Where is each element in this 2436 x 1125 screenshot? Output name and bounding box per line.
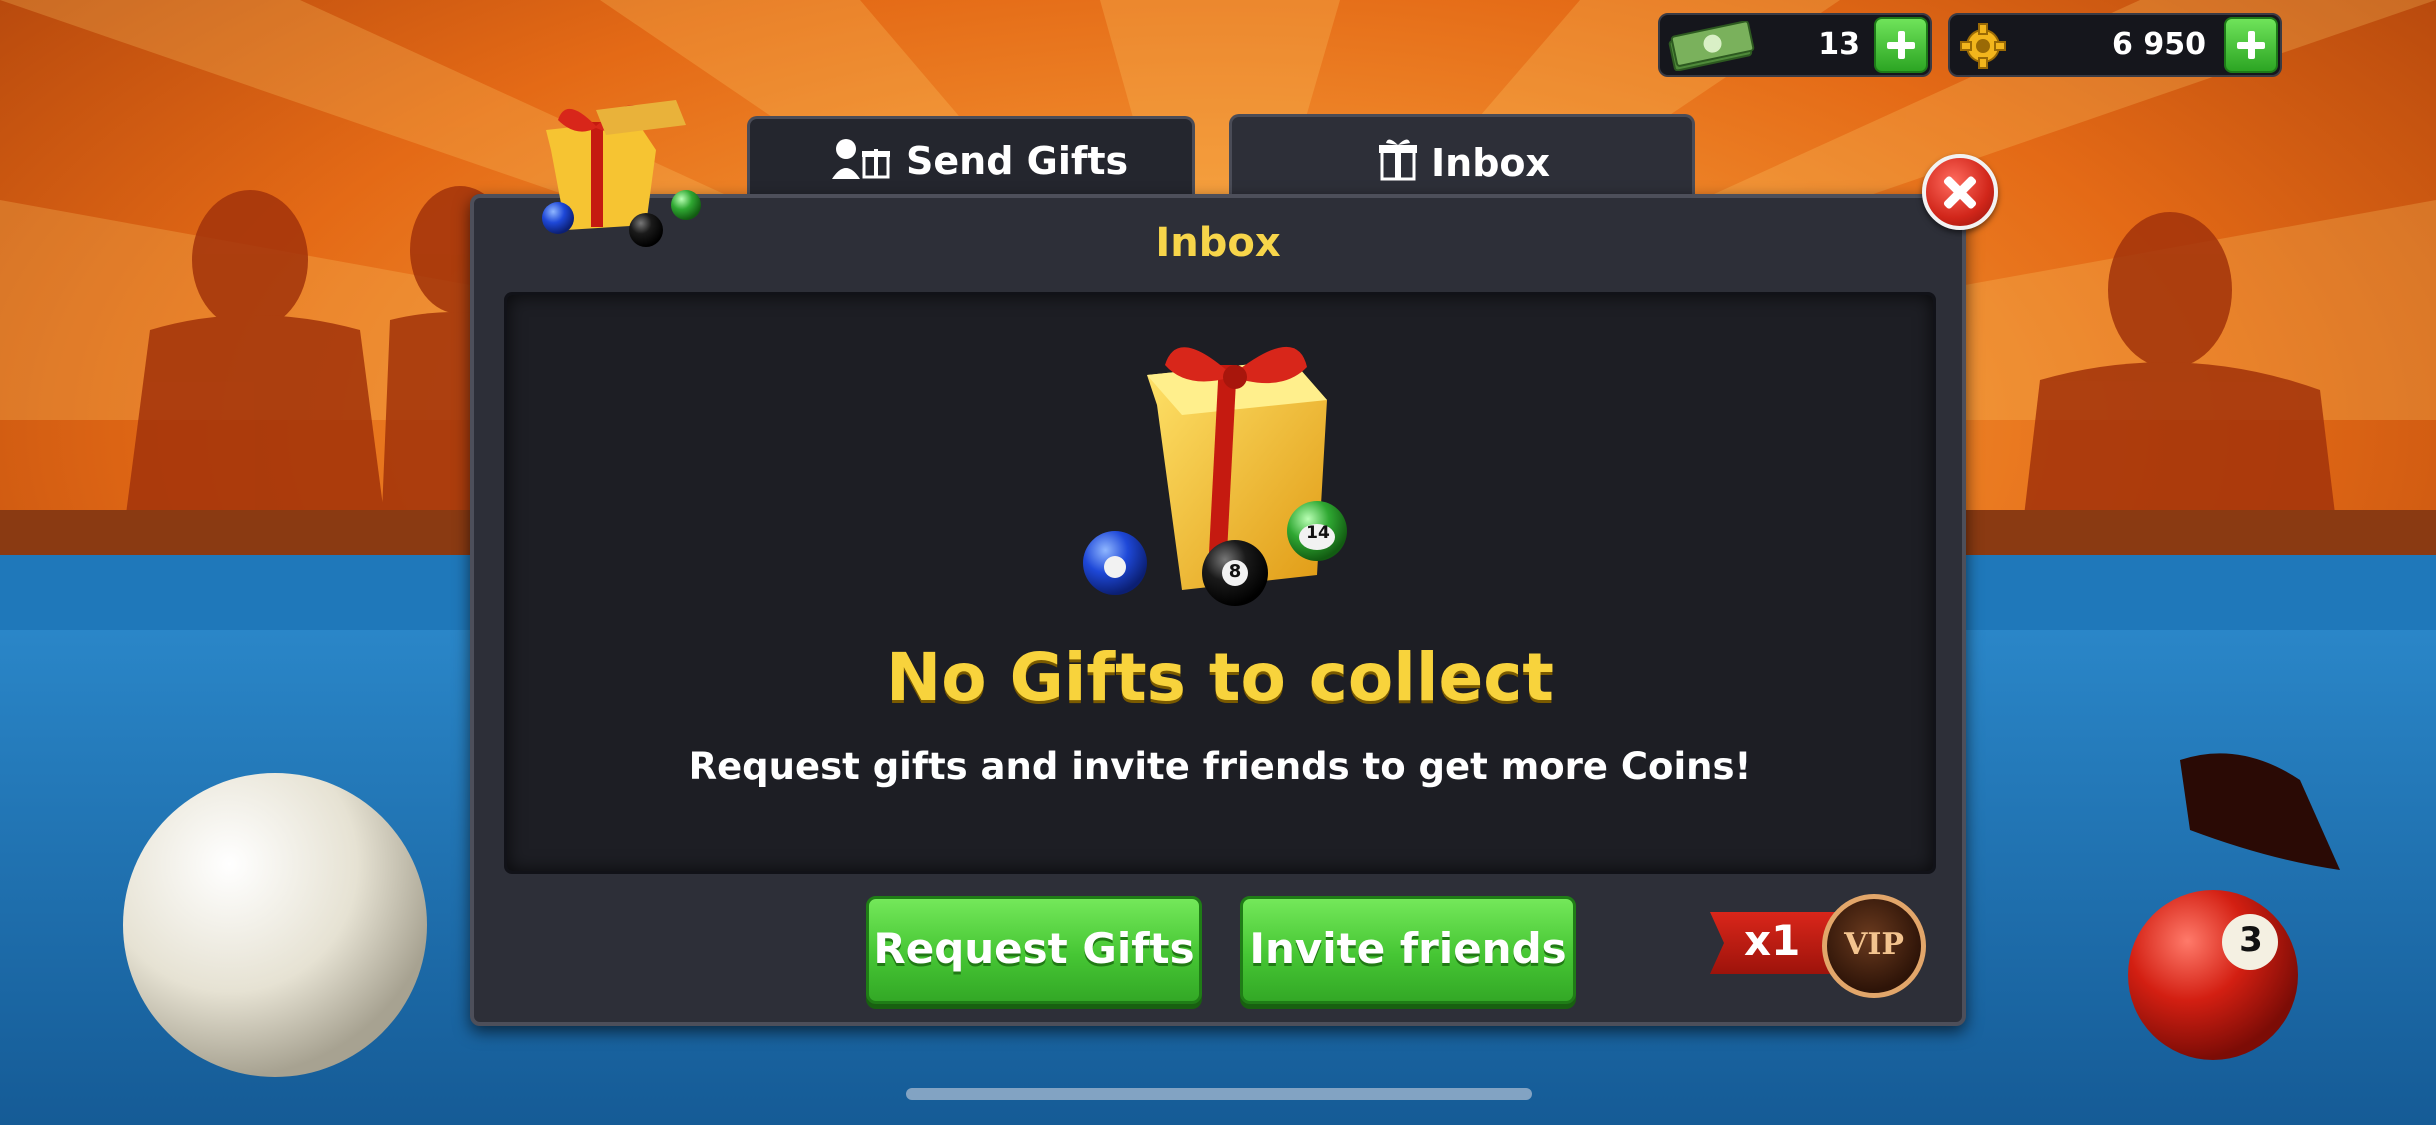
coins-value: 6 950	[2112, 27, 2206, 62]
tab-inbox-label: Inbox	[1431, 141, 1551, 185]
cash-stack-icon	[1668, 21, 1755, 71]
vip-badge-label: VIP	[1844, 927, 1904, 962]
gift-icon	[1379, 139, 1417, 181]
three-ball-number: 3	[2239, 920, 2263, 960]
inbox-panel: Inbox 8 14 No Gifts to collect Request g…	[470, 194, 1966, 1026]
cash-value: 13	[1818, 27, 1860, 62]
tab-inbox[interactable]: Inbox	[1229, 114, 1695, 200]
tab-send-gifts-label: Send Gifts	[906, 139, 1129, 183]
coin-gear-icon	[1960, 23, 2006, 69]
coins-counter: 6 950	[1948, 13, 2282, 77]
gift-box-illustration	[1083, 346, 1347, 606]
fourteen-ball-number: 14	[1306, 523, 1330, 543]
eight-ball-number: 8	[1228, 561, 1242, 582]
add-cash-button[interactable]	[1874, 17, 1928, 73]
vip-multiplier: x1	[1744, 916, 1801, 965]
empty-state-subtitle: Request gifts and invite friends to get …	[688, 745, 1752, 788]
tab-send-gifts[interactable]: Send Gifts	[747, 116, 1195, 198]
add-coins-button[interactable]	[2224, 17, 2278, 73]
empty-state-title: No Gifts to collect	[886, 639, 1554, 716]
cash-counter: 13	[1658, 13, 1932, 77]
vip-badge-icon[interactable]: VIP	[1822, 894, 1926, 998]
home-indicator[interactable]	[906, 1088, 1532, 1100]
invite-friends-button[interactable]: Invite friends	[1240, 896, 1576, 1004]
inbox-content-area: 8 14 No Gifts to collect Request gifts a…	[504, 292, 1936, 874]
gift-decoration-icon	[542, 100, 701, 247]
request-gifts-button[interactable]: Request Gifts	[866, 896, 1202, 1004]
close-button[interactable]	[1922, 154, 1998, 230]
send-gift-icon	[832, 139, 890, 179]
